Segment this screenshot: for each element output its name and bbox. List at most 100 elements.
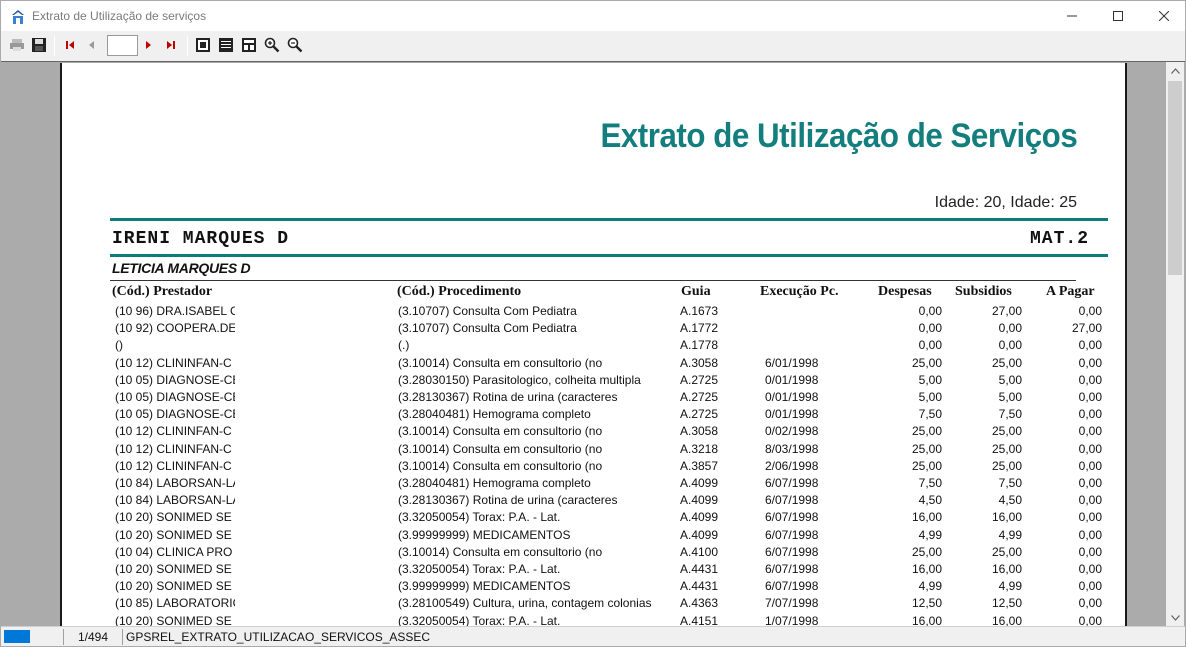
vertical-scrollbar[interactable]	[1166, 62, 1184, 626]
page-width-icon[interactable]	[217, 36, 235, 54]
table-row: (10 84) LABORSAN-LA (3.28130367) Rotina d…	[62, 492, 1125, 509]
row-procedimento: (3.99999999) MEDICAMENTOS	[398, 579, 571, 594]
table-row: (10 20) SONIMED SE (3.32050054) Torax: P.…	[62, 561, 1125, 578]
row-subsidios: 25,00	[991, 355, 1022, 370]
toolbar-separator	[187, 36, 188, 56]
toolbar-separator	[54, 36, 55, 56]
row-subsidios: 7,50	[998, 476, 1022, 490]
row-subsidios: 25,00	[991, 458, 1022, 473]
next-page-icon[interactable]	[139, 36, 157, 54]
row-prestador: (10 12) CLININFAN-C	[115, 458, 232, 473]
progress-indicator	[4, 630, 30, 643]
table-row: (10 12) CLININFAN-C (3.10014) Consulta em…	[62, 423, 1125, 440]
row-guia: A.4099	[680, 510, 719, 525]
dependent-name: LETICIA MARQUES D	[112, 260, 251, 276]
row-execucao: 8/03/1998	[765, 441, 819, 456]
row-a-pagar: 27,00	[1071, 321, 1102, 336]
row-subsidios: 7,50	[998, 407, 1022, 422]
row-prestador: (10 20) SONIMED SE	[115, 562, 232, 576]
table-row: (10 04) CLINICA PRO (3.10014) Consulta em…	[62, 544, 1125, 561]
table-row: (10 96) DRA.ISABEL C (3.10707) Consulta C…	[62, 303, 1125, 320]
row-prestador: (10 05) DIAGNOSE-CE	[115, 407, 235, 422]
row-subsidios: 4,50	[998, 493, 1022, 508]
row-subsidios: 25,00	[991, 544, 1022, 559]
table-row: (10 20) SONIMED SE (3.99999999) MEDICAMEN…	[62, 578, 1125, 595]
row-subsidios: 25,00	[991, 424, 1022, 439]
row-prestador: (10 84) LABORSAN-LA	[115, 493, 235, 508]
row-procedimento: (3.32050054) Torax: P.A. - Lat.	[398, 510, 561, 525]
minimize-button[interactable]	[1049, 1, 1095, 31]
row-subsidios: 12,50	[991, 596, 1022, 611]
zoom-in-icon[interactable]	[263, 36, 281, 54]
row-a-pagar: 0,00	[1078, 424, 1102, 439]
row-a-pagar: 0,00	[1078, 338, 1102, 353]
row-prestador: ()	[115, 338, 123, 353]
row-subsidios: 0,00	[998, 321, 1022, 336]
row-execucao: 7/07/1998	[765, 596, 819, 611]
idade-text: Idade: 20, Idade: 25	[934, 194, 1077, 211]
row-a-pagar: 0,00	[1078, 441, 1102, 456]
report-viewer[interactable]: Extrato de Utilização de Serviços Idade:…	[1, 61, 1185, 633]
row-execucao: 6/07/1998	[765, 493, 819, 508]
save-icon[interactable]	[30, 36, 48, 54]
row-procedimento: (3.10707) Consulta Com Pediatra	[398, 321, 577, 336]
row-a-pagar: 0,00	[1078, 407, 1102, 422]
close-button[interactable]	[1141, 1, 1186, 31]
column-header-subsidios: Subsidios	[955, 284, 1012, 299]
column-header-execucao: Execução Pc.	[760, 284, 839, 299]
last-page-icon[interactable]	[162, 36, 180, 54]
table-row: (10 12) CLININFAN-C (3.10014) Consulta em…	[62, 458, 1125, 475]
zoom-out-icon[interactable]	[286, 36, 304, 54]
row-prestador: (10 05) DIAGNOSE-CE	[115, 390, 235, 404]
row-a-pagar: 0,00	[1078, 493, 1102, 508]
row-a-pagar: 0,00	[1078, 458, 1102, 473]
toolbar	[1, 31, 1185, 61]
row-despesas: 25,00	[911, 355, 942, 370]
page-counter: 1/494	[78, 630, 109, 644]
table-row: (10 05) DIAGNOSE-CE (3.28030150) Parasito…	[62, 372, 1125, 389]
table-row: (10 12) CLININFAN-C (3.10014) Consulta em…	[62, 441, 1125, 458]
app-icon[interactable]	[10, 9, 26, 25]
row-despesas: 4,99	[918, 579, 942, 594]
scroll-down-icon[interactable]	[1166, 609, 1184, 626]
row-execucao: 6/07/1998	[765, 544, 819, 559]
whole-page-icon[interactable]	[194, 36, 212, 54]
row-guia: A.4363	[680, 596, 719, 611]
row-subsidios: 5,00	[998, 372, 1022, 387]
maximize-button[interactable]	[1095, 1, 1141, 31]
title-bar: Extrato de Utilização de serviços	[0, 0, 1186, 31]
scroll-up-icon[interactable]	[1166, 62, 1184, 79]
report-name: GPSREL_EXTRATO_UTILIZACAO_SERVICOS_ASSEC	[126, 630, 431, 644]
row-guia: A.1673	[680, 304, 719, 318]
row-a-pagar: 0,00	[1078, 596, 1102, 611]
row-despesas: 0,00	[918, 321, 942, 336]
row-prestador: (10 92) COOPERA.DE	[115, 321, 235, 336]
scroll-thumb[interactable]	[1168, 81, 1182, 275]
row-guia: A.4099	[680, 476, 719, 490]
row-subsidios: 4,99	[998, 579, 1022, 594]
row-despesas: 16,00	[911, 562, 942, 576]
page-number-input[interactable]	[107, 35, 138, 56]
row-a-pagar: 0,00	[1078, 527, 1102, 542]
row-procedimento: (3.10014) Consulta em consultorio (no	[398, 424, 603, 439]
row-execucao: 6/01/1998	[765, 355, 819, 370]
first-page-icon[interactable]	[61, 36, 79, 54]
row-despesas: 25,00	[911, 458, 942, 473]
row-procedimento: (3.28040481) Hemograma completo	[398, 407, 591, 422]
printer-icon[interactable]	[8, 36, 26, 54]
previous-page-icon[interactable]	[83, 36, 101, 54]
table-row: (10 85) LABORATORIC (3.28100549) Cultura,…	[62, 595, 1125, 612]
row-guia: A.4431	[680, 562, 719, 576]
row-prestador: (10 85) LABORATORIC	[115, 596, 235, 611]
row-procedimento: (3.28030150) Parasitologico, colheita mu…	[398, 372, 641, 387]
table-row: (10 05) DIAGNOSE-CE (3.28130367) Rotina d…	[62, 389, 1125, 406]
table-row: (10 12) CLININFAN-C (3.10014) Consulta em…	[62, 355, 1125, 372]
actual-size-icon[interactable]	[240, 36, 258, 54]
row-a-pagar: 0,00	[1078, 510, 1102, 525]
row-guia: A.2725	[680, 390, 719, 404]
row-despesas: 7,50	[918, 476, 942, 490]
row-a-pagar: 0,00	[1078, 390, 1102, 404]
row-procedimento: (.)	[398, 338, 410, 353]
row-despesas: 25,00	[911, 544, 942, 559]
holder-name: IRENI MARQUES D	[112, 229, 290, 249]
